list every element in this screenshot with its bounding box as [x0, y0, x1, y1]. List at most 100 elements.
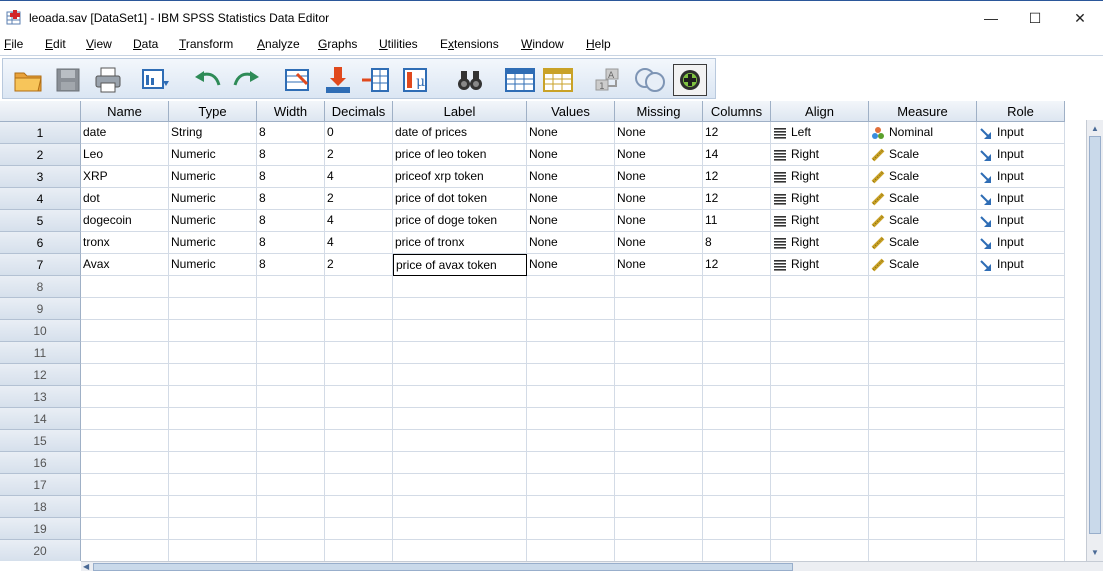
menu-view[interactable]: View — [86, 37, 112, 51]
empty-cell[interactable] — [169, 364, 257, 386]
empty-cell[interactable] — [527, 540, 615, 561]
cell-measure[interactable]: Scale — [869, 166, 977, 188]
empty-cell[interactable] — [169, 430, 257, 452]
grid-corner[interactable] — [0, 101, 81, 122]
menu-window[interactable]: Window — [521, 37, 564, 51]
menu-help[interactable]: Help — [586, 37, 611, 51]
empty-cell[interactable] — [257, 342, 325, 364]
empty-cell[interactable] — [771, 496, 869, 518]
empty-cell[interactable] — [869, 452, 977, 474]
row-header[interactable]: 17 — [0, 474, 81, 496]
empty-cell[interactable] — [615, 496, 703, 518]
row-header[interactable]: 14 — [0, 408, 81, 430]
cell-decimals[interactable]: 2 — [325, 254, 393, 276]
empty-cell[interactable] — [169, 408, 257, 430]
column-header-missing[interactable]: Missing — [615, 101, 703, 122]
empty-cell[interactable] — [977, 364, 1065, 386]
empty-cell[interactable] — [81, 298, 169, 320]
empty-cell[interactable] — [869, 474, 977, 496]
vertical-scrollbar[interactable]: ▲ ▼ — [1086, 120, 1103, 561]
empty-cell[interactable] — [325, 518, 393, 540]
empty-cell[interactable] — [527, 298, 615, 320]
cell-width[interactable]: 8 — [257, 144, 325, 166]
cell-decimals[interactable]: 0 — [325, 122, 393, 144]
row-header[interactable]: 19 — [0, 518, 81, 540]
empty-cell[interactable] — [703, 408, 771, 430]
column-header-width[interactable]: Width — [257, 101, 325, 122]
empty-cell[interactable] — [169, 320, 257, 342]
cell-values[interactable]: None — [527, 122, 615, 144]
cell-name[interactable]: tronx — [81, 232, 169, 254]
cell-align[interactable]: Right — [771, 210, 869, 232]
row-header[interactable]: 9 — [0, 298, 81, 320]
empty-cell[interactable] — [615, 474, 703, 496]
empty-cell[interactable] — [615, 364, 703, 386]
cell-name[interactable]: date — [81, 122, 169, 144]
empty-cell[interactable] — [257, 540, 325, 561]
empty-cell[interactable] — [615, 518, 703, 540]
cell-type[interactable]: Numeric — [169, 210, 257, 232]
cell-decimals[interactable]: 4 — [325, 232, 393, 254]
empty-cell[interactable] — [771, 342, 869, 364]
empty-cell[interactable] — [703, 540, 771, 561]
split-file-icon[interactable]: A1 — [591, 64, 625, 96]
cell-values[interactable]: None — [527, 232, 615, 254]
empty-cell[interactable] — [703, 298, 771, 320]
menu-file[interactable]: File — [4, 37, 23, 51]
cell-measure[interactable]: Scale — [869, 210, 977, 232]
empty-cell[interactable] — [325, 386, 393, 408]
menu-graphs[interactable]: Graphs — [318, 37, 357, 51]
goto-case-icon[interactable] — [281, 64, 315, 96]
empty-cell[interactable] — [977, 474, 1065, 496]
empty-cell[interactable] — [81, 276, 169, 298]
empty-cell[interactable] — [771, 320, 869, 342]
column-header-values[interactable]: Values — [527, 101, 615, 122]
empty-cell[interactable] — [81, 452, 169, 474]
empty-cell[interactable] — [527, 320, 615, 342]
empty-cell[interactable] — [977, 298, 1065, 320]
empty-cell[interactable] — [393, 276, 527, 298]
cell-role[interactable]: Input — [977, 254, 1065, 276]
cell-name[interactable]: dogecoin — [81, 210, 169, 232]
save-icon[interactable] — [51, 64, 85, 96]
cell-decimals[interactable]: 4 — [325, 210, 393, 232]
value-labels-icon[interactable] — [633, 64, 667, 96]
cell-values[interactable]: None — [527, 210, 615, 232]
empty-cell[interactable] — [771, 364, 869, 386]
cell-measure[interactable]: Scale — [869, 188, 977, 210]
menu-transform[interactable]: Transform — [179, 37, 233, 51]
empty-cell[interactable] — [703, 386, 771, 408]
empty-cell[interactable] — [869, 496, 977, 518]
empty-cell[interactable] — [325, 430, 393, 452]
insert-cases-icon[interactable] — [503, 64, 537, 96]
empty-cell[interactable] — [771, 518, 869, 540]
row-header[interactable]: 18 — [0, 496, 81, 518]
cell-name[interactable]: Avax — [81, 254, 169, 276]
empty-cell[interactable] — [81, 540, 169, 561]
empty-cell[interactable] — [257, 452, 325, 474]
empty-cell[interactable] — [169, 276, 257, 298]
empty-cell[interactable] — [81, 320, 169, 342]
empty-cell[interactable] — [615, 276, 703, 298]
cell-columns[interactable]: 8 — [703, 232, 771, 254]
cell-values[interactable]: None — [527, 254, 615, 276]
empty-cell[interactable] — [169, 298, 257, 320]
empty-cell[interactable] — [325, 364, 393, 386]
empty-cell[interactable] — [393, 342, 527, 364]
empty-cell[interactable] — [169, 474, 257, 496]
empty-cell[interactable] — [869, 342, 977, 364]
cell-type[interactable]: Numeric — [169, 166, 257, 188]
empty-cell[interactable] — [325, 452, 393, 474]
cell-measure[interactable]: Scale — [869, 144, 977, 166]
cell-values[interactable]: None — [527, 188, 615, 210]
cell-missing[interactable]: None — [615, 144, 703, 166]
cell-width[interactable]: 8 — [257, 232, 325, 254]
cell-columns[interactable]: 12 — [703, 254, 771, 276]
empty-cell[interactable] — [977, 452, 1065, 474]
empty-cell[interactable] — [703, 364, 771, 386]
empty-cell[interactable] — [703, 518, 771, 540]
column-header-label[interactable]: Label — [393, 101, 527, 122]
empty-cell[interactable] — [527, 496, 615, 518]
row-header[interactable]: 2 — [0, 144, 81, 166]
empty-cell[interactable] — [703, 452, 771, 474]
